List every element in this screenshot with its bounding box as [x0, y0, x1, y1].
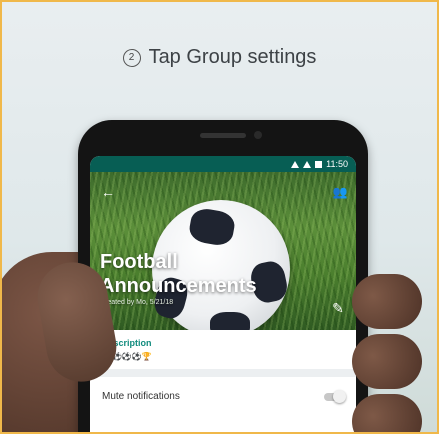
- group-header-image: ← 👥 Football Announcements Created by Mo…: [90, 172, 356, 330]
- phone: 11:50 ← 👥 Football Announcements Created…: [78, 120, 368, 432]
- status-bar: 11:50: [90, 156, 356, 172]
- phone-camera: [254, 131, 262, 139]
- step-number-badge: 2: [122, 48, 141, 67]
- description-value: 🏆⚽⚽⚽🏆: [102, 352, 152, 361]
- mute-toggle[interactable]: [324, 389, 346, 403]
- group-title: Football Announcements: [100, 251, 257, 297]
- mute-notifications-row[interactable]: Mute notifications: [90, 377, 356, 416]
- mute-notifications-label: Mute notifications: [102, 391, 180, 402]
- description-label: Description: [102, 338, 152, 348]
- mute-toggle-knob: [333, 389, 346, 403]
- hand-finger-2: [352, 334, 422, 389]
- phone-speaker: [200, 133, 246, 138]
- instruction-caption: 2 Tap Group settings: [2, 46, 437, 69]
- hand-finger-1: [352, 274, 422, 329]
- group-created-info: Created by Mo, 5/21/18: [100, 299, 174, 306]
- description-section[interactable]: Description 🏆⚽⚽⚽🏆: [90, 330, 356, 377]
- status-time: 11:50: [326, 159, 348, 169]
- wifi-icon: [291, 160, 300, 168]
- back-arrow-icon[interactable]: ←: [100, 184, 116, 200]
- battery-icon: [315, 160, 323, 168]
- add-participant-icon[interactable]: 👥: [332, 184, 348, 200]
- signal-icon: [303, 160, 312, 168]
- instruction-text: Tap Group settings: [148, 46, 317, 68]
- pencil-icon[interactable]: ✎: [330, 300, 346, 316]
- hand-finger-3: [352, 394, 422, 432]
- phone-screen: 11:50 ← 👥 Football Announcements Created…: [90, 156, 356, 432]
- video-frame: 2 Tap Group settings 11:50 ← 👥 Football …: [0, 0, 439, 434]
